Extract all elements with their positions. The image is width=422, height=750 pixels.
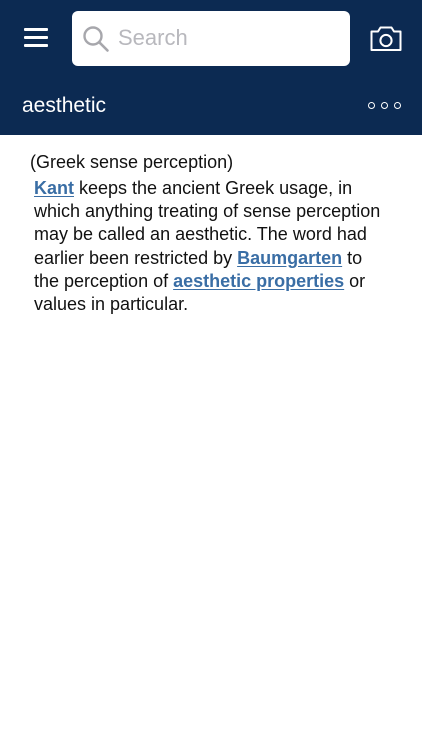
link-kant[interactable]: Kant <box>34 178 74 198</box>
more-options-icon <box>381 102 388 109</box>
app-screen: aesthetic (Greek sense perception) Kant … <box>0 0 422 750</box>
link-aesthetic-properties[interactable]: aesthetic properties <box>173 271 344 291</box>
page-title: aesthetic <box>22 94 107 117</box>
more-options-icon <box>394 102 401 109</box>
search-icon <box>83 26 109 52</box>
more-options-icon <box>368 102 375 109</box>
link-baumgarten[interactable]: Baumgarten <box>237 248 342 268</box>
menu-icon <box>24 44 48 47</box>
more-options-button[interactable] <box>366 98 404 114</box>
search-input[interactable] <box>118 19 338 57</box>
menu-button[interactable] <box>18 22 54 54</box>
definition-text: Kant keeps the ancient Greek usage, in w… <box>34 177 384 316</box>
camera-icon <box>370 26 402 51</box>
menu-icon <box>24 28 48 31</box>
search-box[interactable] <box>72 11 350 66</box>
camera-button[interactable] <box>368 22 404 54</box>
menu-icon <box>24 36 48 39</box>
sense-label: (Greek sense perception) <box>30 152 234 172</box>
top-bar: aesthetic <box>0 0 422 135</box>
